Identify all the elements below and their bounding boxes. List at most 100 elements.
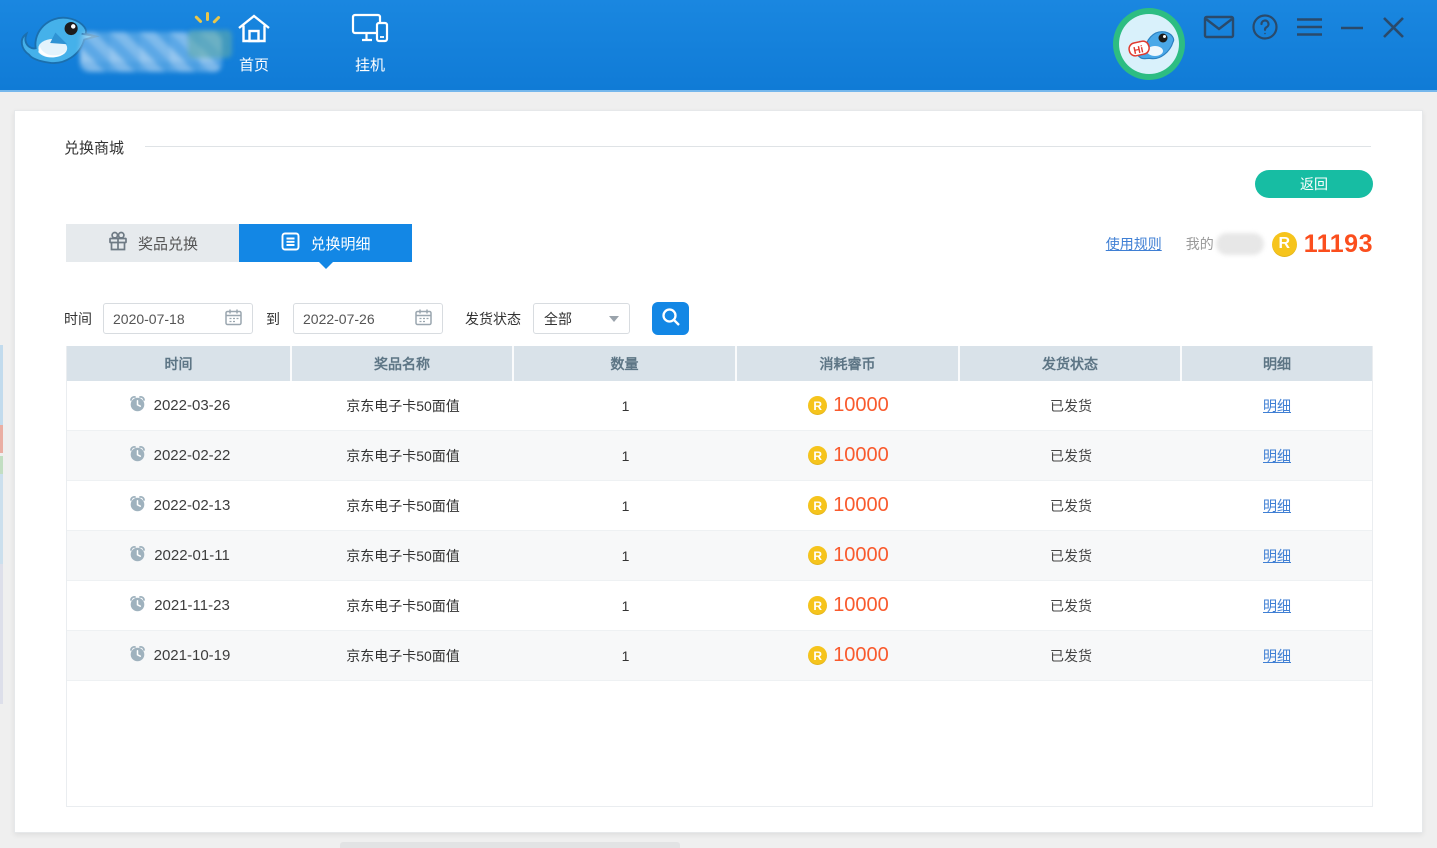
row-time-cell: 2022-02-22 (67, 431, 292, 480)
row-detail-link[interactable]: 明细 (1263, 546, 1291, 566)
help-icon[interactable] (1251, 13, 1279, 41)
exchange-history-table: 时间 奖品名称 数量 消耗睿币 发货状态 明细 2022-03-26 京东电子卡… (66, 346, 1373, 807)
minimize-icon[interactable] (1340, 15, 1364, 39)
monitor-phone-icon (350, 12, 390, 49)
column-header-detail: 明细 (1182, 346, 1372, 381)
row-cost-value: 10000 (833, 594, 889, 617)
row-cost-cell: R 10000 (737, 481, 960, 530)
row-cost-value: 10000 (833, 394, 889, 417)
balance-area: 使用规则 我的 R 11193 (1106, 230, 1373, 258)
coin-balance-value: 11193 (1304, 230, 1373, 259)
background-window-edge (0, 345, 3, 425)
gift-icon (107, 230, 129, 256)
row-prize-name: 京东电子卡50面值 (292, 631, 514, 680)
coin-icon: R (1272, 232, 1297, 257)
row-date: 2022-01-11 (154, 547, 230, 564)
table-header: 时间 奖品名称 数量 消耗睿币 发货状态 明细 (67, 346, 1372, 381)
row-cost-cell: R 10000 (737, 381, 960, 430)
main-nav: 首页 挂机 (222, 12, 402, 75)
row-shipping-status: 已发货 (960, 431, 1182, 480)
row-date: 2021-11-23 (154, 597, 230, 614)
exchange-mall-panel: 兑换商城 返回 奖品兑换 (14, 110, 1423, 833)
table-row: 2021-11-23 京东电子卡50面值 1 R 10000 已发货 明细 (67, 581, 1372, 631)
tab-exchange-details[interactable]: 兑换明细 (239, 224, 412, 262)
row-detail-link[interactable]: 明细 (1263, 596, 1291, 616)
tab-exchange-details-label: 兑换明细 (310, 233, 370, 254)
row-prize-name: 京东电子卡50面值 (292, 531, 514, 580)
clock-icon (129, 395, 146, 416)
row-date: 2022-02-13 (154, 497, 231, 514)
menu-icon[interactable] (1295, 15, 1324, 39)
row-detail-link[interactable]: 明细 (1263, 396, 1291, 416)
row-quantity: 1 (514, 581, 737, 630)
coin-icon: R (808, 446, 827, 465)
row-cost-cell: R 10000 (737, 581, 960, 630)
row-time-cell: 2021-11-23 (67, 581, 292, 630)
table-row: 2022-02-13 京东电子卡50面值 1 R 10000 已发货 明细 (67, 481, 1372, 531)
background-window-edge (0, 456, 3, 474)
close-icon[interactable] (1380, 14, 1407, 41)
row-date: 2022-03-26 (154, 397, 231, 414)
row-date: 2021-10-19 (154, 647, 231, 664)
time-filter-label: 时间 (64, 309, 92, 329)
row-cost-value: 10000 (833, 644, 889, 667)
tab-prize-exchange[interactable]: 奖品兑换 (66, 224, 239, 262)
nav-home-label: 首页 (239, 54, 269, 75)
shipping-status-selected-value: 全部 (544, 309, 572, 329)
row-cost-cell: R 10000 (737, 531, 960, 580)
search-icon (660, 306, 682, 331)
row-detail-link[interactable]: 明细 (1263, 446, 1291, 466)
row-shipping-status: 已发货 (960, 481, 1182, 530)
column-header-time: 时间 (67, 346, 292, 381)
column-header-coins: 消耗睿币 (737, 346, 960, 381)
date-to-field[interactable] (293, 303, 443, 334)
back-button[interactable]: 返回 (1255, 170, 1373, 198)
row-quantity: 1 (514, 431, 737, 480)
calendar-icon (414, 308, 433, 330)
home-icon (235, 12, 273, 49)
row-cost-value: 10000 (833, 544, 889, 567)
sparkle-icon (196, 12, 218, 28)
coin-icon: R (808, 596, 827, 615)
table-row: 2022-01-11 京东电子卡50面值 1 R 10000 已发货 明细 (67, 531, 1372, 581)
shipping-status-select[interactable]: 全部 (533, 303, 630, 334)
calendar-icon (224, 308, 243, 330)
coin-icon: R (808, 646, 827, 665)
window-controls (1203, 13, 1407, 41)
usage-rules-link[interactable]: 使用规则 (1106, 234, 1162, 254)
row-time-cell: 2022-01-11 (67, 531, 292, 580)
table-row: 2021-10-19 京东电子卡50面值 1 R 10000 已发货 明细 (67, 631, 1372, 681)
row-cost-cell: R 10000 (737, 431, 960, 480)
row-detail-link[interactable]: 明细 (1263, 646, 1291, 666)
coin-icon: R (808, 546, 827, 565)
page-title: 兑换商城 (64, 137, 124, 158)
date-to-input[interactable] (303, 311, 403, 327)
date-from-field[interactable] (103, 303, 253, 334)
row-cost-value: 10000 (833, 494, 889, 517)
search-button[interactable] (652, 302, 689, 335)
row-shipping-status: 已发货 (960, 581, 1182, 630)
user-avatar[interactable]: Hi (1111, 6, 1187, 82)
date-from-input[interactable] (113, 311, 213, 327)
clock-icon (129, 645, 146, 666)
row-prize-name: 京东电子卡50面值 (292, 381, 514, 430)
table-body: 2022-03-26 京东电子卡50面值 1 R 10000 已发货 明细 20… (67, 381, 1372, 681)
nav-idle-label: 挂机 (355, 54, 385, 75)
row-detail-link[interactable]: 明细 (1263, 496, 1291, 516)
filter-bar: 时间 到 发货状态 全部 (64, 302, 689, 335)
row-prize-name: 京东电子卡50面值 (292, 581, 514, 630)
table-row: 2022-03-26 京东电子卡50面值 1 R 10000 已发货 明细 (67, 381, 1372, 431)
row-cost-cell: R 10000 (737, 631, 960, 680)
date-range-to-label: 到 (266, 309, 280, 329)
column-header-quantity: 数量 (514, 346, 737, 381)
title-divider (145, 146, 1371, 147)
nav-item-home[interactable]: 首页 (222, 12, 286, 75)
nav-item-idle[interactable]: 挂机 (338, 12, 402, 75)
background-window-edge (0, 474, 3, 564)
column-header-prize: 奖品名称 (292, 346, 514, 381)
mail-icon[interactable] (1203, 14, 1235, 40)
row-quantity: 1 (514, 631, 737, 680)
row-time-cell: 2021-10-19 (67, 631, 292, 680)
background-window-edge (0, 425, 3, 453)
background-window-top-edge (340, 842, 680, 848)
